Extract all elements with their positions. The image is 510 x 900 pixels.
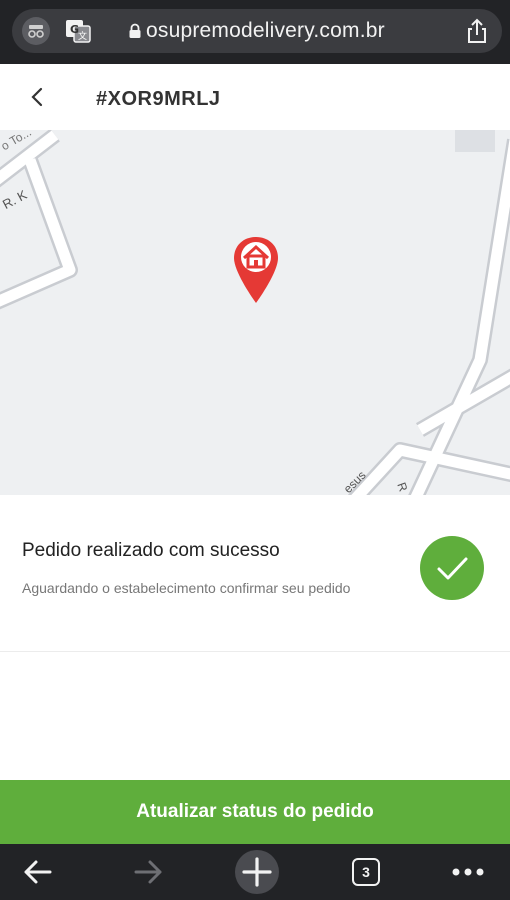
browser-bottom-toolbar: 3 bbox=[0, 844, 510, 900]
address-bar[interactable]: G 文 osupremodelivery.com.br bbox=[12, 9, 502, 53]
url-text[interactable]: osupremodelivery.com.br bbox=[146, 19, 385, 43]
app-header: #XOR9MRLJ bbox=[0, 64, 510, 130]
back-button[interactable] bbox=[22, 82, 52, 112]
order-code: #XOR9MRLJ bbox=[96, 88, 221, 110]
arrow-right-icon bbox=[134, 860, 162, 884]
share-icon[interactable] bbox=[464, 17, 490, 45]
check-icon bbox=[437, 557, 468, 580]
more-options-icon[interactable] bbox=[448, 852, 488, 892]
order-status-panel: Pedido realizado com sucesso Aguardando … bbox=[0, 495, 510, 652]
new-tab-button[interactable] bbox=[235, 850, 279, 894]
lock-icon bbox=[128, 23, 142, 39]
tab-switcher-button[interactable]: 3 bbox=[352, 858, 380, 886]
browser-toolbar: G 文 osupremodelivery.com.br bbox=[0, 0, 510, 64]
incognito-icon[interactable] bbox=[22, 17, 50, 45]
status-description: Aguardando o estabelecimento confirmar s… bbox=[22, 580, 351, 596]
arrow-left-icon bbox=[24, 860, 52, 884]
chevron-left-icon bbox=[31, 87, 43, 107]
home-pin-icon[interactable] bbox=[230, 233, 282, 305]
browser-back-button[interactable] bbox=[18, 852, 58, 892]
update-status-button[interactable]: Atualizar status do pedido bbox=[0, 780, 510, 844]
status-title: Pedido realizado com sucesso bbox=[22, 540, 280, 561]
success-badge bbox=[420, 536, 484, 600]
browser-forward-button[interactable] bbox=[128, 852, 168, 892]
map-roads bbox=[0, 130, 510, 495]
map[interactable]: o To... R. K esus R bbox=[0, 130, 510, 495]
translate-icon[interactable]: G 文 bbox=[64, 17, 92, 45]
svg-text:文: 文 bbox=[78, 30, 87, 42]
plus-icon bbox=[242, 857, 272, 887]
